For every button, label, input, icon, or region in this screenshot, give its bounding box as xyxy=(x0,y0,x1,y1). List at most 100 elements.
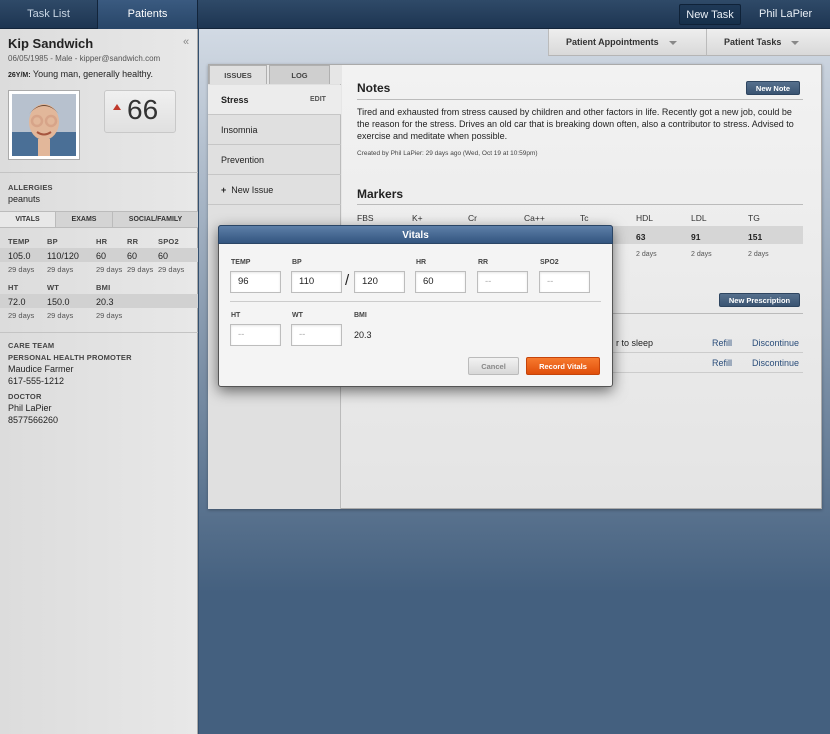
note-text: Tired and exhausted from stress caused b… xyxy=(357,107,794,141)
patient-summary-text: Young man, generally healthy. xyxy=(32,69,153,79)
discontinue-link[interactable]: Discontinue xyxy=(752,358,799,368)
marker-label-hdl: HDL xyxy=(636,213,654,223)
vital-label-spo2: SPO2 xyxy=(158,237,179,246)
temp-input[interactable]: 96 xyxy=(230,271,281,293)
vital-label-ht: HT xyxy=(8,283,19,292)
health-score: 66 xyxy=(127,94,159,125)
new-note-button[interactable]: New Note xyxy=(746,81,800,95)
bmi-value: 20.3 xyxy=(354,330,372,340)
divider xyxy=(0,332,198,333)
modal-label-hr: HR xyxy=(416,259,427,266)
tab-exams[interactable]: EXAMS xyxy=(56,212,113,227)
edit-issue-button[interactable]: EDIT xyxy=(310,96,326,103)
promoter-label: PERSONAL HEALTH PROMOTER xyxy=(8,353,132,362)
new-task-button[interactable]: New Task xyxy=(679,4,741,25)
vital-label-bp: BP xyxy=(47,237,58,246)
divider xyxy=(357,99,803,100)
patient-summary: 26Y/M: Young man, generally healthy. xyxy=(8,69,153,79)
wt-input[interactable]: -- xyxy=(291,324,342,346)
doctor-name: Phil LaPier xyxy=(8,403,52,413)
hr-input[interactable]: 60 xyxy=(415,271,466,293)
marker-label-cr: Cr xyxy=(468,213,477,223)
modal-label-rr: RR xyxy=(478,259,489,266)
modal-label-ht: HT xyxy=(231,312,241,319)
tab-task-list[interactable]: Task List xyxy=(0,0,98,29)
avatar xyxy=(8,90,80,160)
marker-value-hdl: 63 xyxy=(636,232,646,242)
vital-value-bp: 110/120 xyxy=(47,251,79,261)
refill-link[interactable]: Refill xyxy=(712,338,732,348)
marker-label-k: K+ xyxy=(412,213,423,223)
modal-label-bp: BP xyxy=(292,259,302,266)
vital-age-wt: 29 days xyxy=(47,311,74,320)
marker-value-ldl: 91 xyxy=(691,232,701,242)
vital-age-rr: 29 days xyxy=(127,265,154,274)
spo2-input[interactable]: -- xyxy=(539,271,590,293)
tab-log[interactable]: LOG xyxy=(269,65,330,84)
collapse-sidebar-icon[interactable]: « xyxy=(183,36,189,48)
vital-value-rr: 60 xyxy=(127,251,138,261)
patient-name: Kip Sandwich xyxy=(8,36,94,51)
bp-systolic-input[interactable]: 110 xyxy=(291,271,342,293)
bp-diastolic-input[interactable]: 120 xyxy=(354,271,405,293)
vital-label-wt: WT xyxy=(47,283,60,292)
tab-issues[interactable]: ISSUES xyxy=(209,65,267,84)
marker-age-hdl: 2 days xyxy=(636,251,657,258)
vital-value-bmi: 20.3 xyxy=(96,297,114,307)
appointments-label: Patient Appointments xyxy=(566,37,659,47)
vital-label-rr: RR xyxy=(127,237,139,246)
prescription-text: r to sleep xyxy=(616,338,654,348)
marker-age-tg: 2 days xyxy=(748,251,769,258)
tab-vitals[interactable]: VITALS xyxy=(0,212,56,227)
issue-item-insomnia[interactable]: Insomnia xyxy=(208,115,341,145)
note-created: Created by Phil LaPier: 29 days ago (Wed… xyxy=(357,150,538,157)
user-menu-button[interactable]: Phil LaPier xyxy=(752,4,826,38)
patient-tasks-button[interactable]: Patient Tasks xyxy=(706,29,830,56)
vital-age-bp: 29 days xyxy=(47,265,74,274)
vital-age-bmi: 29 days xyxy=(96,311,123,320)
doctor-label: DOCTOR xyxy=(8,392,42,401)
patient-summary-prefix: 26Y/M: xyxy=(8,72,31,79)
tab-social-family[interactable]: SOCIAL/FAMILY xyxy=(113,212,198,227)
allergies-value: peanuts xyxy=(8,194,41,204)
vital-value-wt: 150.0 xyxy=(47,297,70,307)
vital-label-bmi: BMI xyxy=(96,283,111,292)
chevron-down-icon xyxy=(668,40,677,45)
vital-age-spo2: 29 days xyxy=(158,265,185,274)
divider xyxy=(0,172,198,173)
tab-patients[interactable]: Patients xyxy=(98,0,198,29)
notes-title: Notes xyxy=(357,81,391,95)
vital-label-hr: HR xyxy=(96,237,108,246)
care-team-label: CARE TEAM xyxy=(8,341,55,350)
marker-label-ca: Ca++ xyxy=(524,213,545,223)
patient-meta: 06/05/1985 - Male - kipper@sandwich.com xyxy=(8,54,161,63)
ht-input[interactable]: -- xyxy=(230,324,281,346)
marker-label-tg: TG xyxy=(748,213,760,223)
plus-icon: + xyxy=(221,185,227,195)
trend-up-icon xyxy=(113,104,121,110)
new-prescription-button[interactable]: New Prescription xyxy=(719,293,800,307)
new-issue-button[interactable]: + New Issue xyxy=(208,175,341,205)
discontinue-link[interactable]: Discontinue xyxy=(752,338,799,348)
bp-separator: / xyxy=(345,272,350,289)
vital-age-hr: 29 days xyxy=(96,265,123,274)
modal-label-wt: WT xyxy=(292,312,303,319)
rr-input[interactable]: -- xyxy=(477,271,528,293)
new-issue-label: New Issue xyxy=(231,185,274,195)
vital-value-hr: 60 xyxy=(96,251,107,261)
refill-link[interactable]: Refill xyxy=(712,358,732,368)
cancel-button[interactable]: Cancel xyxy=(468,357,519,375)
patient-appointments-button[interactable]: Patient Appointments xyxy=(548,29,706,56)
modal-label-temp: TEMP xyxy=(231,259,251,266)
markers-title: Markers xyxy=(357,187,404,201)
marker-label-tc: Tc xyxy=(580,213,589,223)
modal-title: Vitals xyxy=(218,225,613,244)
promoter-phone: 617-555-1212 xyxy=(8,376,65,386)
promoter-name: Maudice Farmer xyxy=(8,364,74,374)
divider xyxy=(230,301,601,302)
issue-item-prevention[interactable]: Prevention xyxy=(208,145,341,175)
modal-label-spo2: SPO2 xyxy=(540,259,559,266)
divider xyxy=(357,204,803,205)
record-vitals-button[interactable]: Record Vitals xyxy=(526,357,600,375)
vital-age-ht: 29 days xyxy=(8,311,35,320)
